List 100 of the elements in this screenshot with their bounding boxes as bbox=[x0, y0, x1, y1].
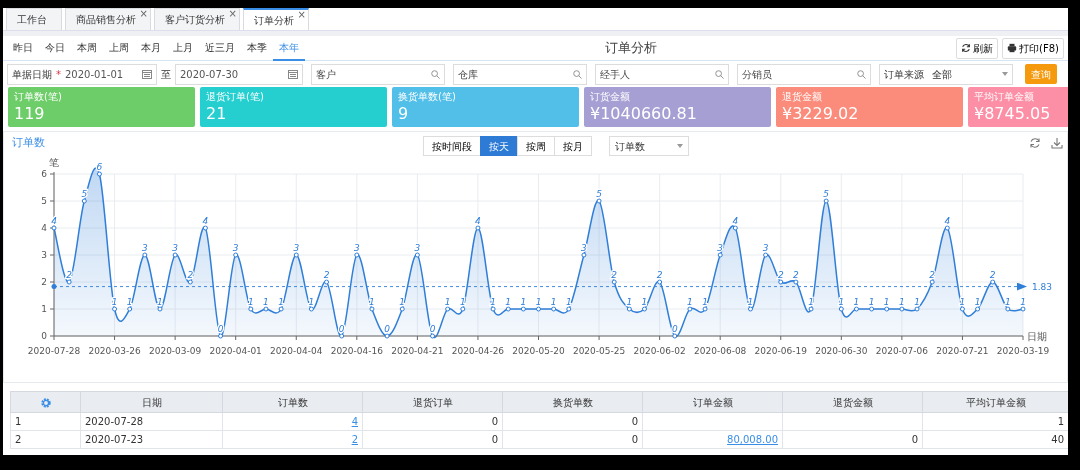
data-label: 1 bbox=[399, 297, 406, 307]
data-label: 1 bbox=[459, 297, 466, 307]
stat-label: 平均订单金额 bbox=[974, 90, 1034, 104]
x-tick-label: 2020-07-28 bbox=[27, 346, 81, 356]
data-label: 0 bbox=[217, 324, 224, 334]
data-label: 3 bbox=[232, 243, 239, 253]
row-number: 2 bbox=[10, 430, 81, 449]
stat-value: ¥3229.02 bbox=[782, 104, 859, 124]
data-label: 1 bbox=[747, 297, 754, 307]
data-label: 1 bbox=[899, 297, 905, 307]
data-label: 2 bbox=[989, 270, 996, 280]
data-label: 3 bbox=[172, 243, 178, 253]
data-label: 1 bbox=[126, 297, 133, 307]
required-mark: * bbox=[56, 67, 61, 82]
data-label: 1 bbox=[641, 297, 648, 307]
column-header: 换货单数 bbox=[502, 391, 643, 413]
x-tick-label: 2020-07-06 bbox=[875, 346, 929, 356]
data-label: 1 bbox=[490, 297, 496, 307]
x-tick-label: 2020-06-30 bbox=[815, 346, 868, 356]
data-label: 2 bbox=[323, 270, 330, 280]
x-axis-title: 日期 bbox=[1027, 331, 1047, 342]
data-label: 2 bbox=[187, 270, 194, 280]
x-tick-label: 2020-04-01 bbox=[209, 346, 262, 356]
y-tick-label: 4 bbox=[41, 223, 47, 233]
range-separator: 至 bbox=[161, 67, 171, 82]
data-label: 3 bbox=[353, 243, 360, 253]
table-cell: 0 bbox=[911, 434, 918, 445]
row-number: 1 bbox=[10, 412, 81, 431]
x-tick-label: 2020-06-19 bbox=[754, 346, 807, 356]
data-label: 2 bbox=[793, 270, 799, 280]
data-label: 1 bbox=[520, 297, 527, 307]
data-label: 3 bbox=[293, 243, 300, 253]
data-label: 1 bbox=[1020, 297, 1026, 307]
stat-label: 订货金额 bbox=[590, 90, 630, 104]
table-cell: 2020-07-23 bbox=[85, 434, 144, 445]
stat-label: 订单数(笔) bbox=[14, 90, 62, 104]
data-label: 1 bbox=[914, 297, 920, 307]
data-label: 1 bbox=[959, 297, 966, 307]
stat-value: ¥1040660.81 bbox=[590, 104, 697, 124]
stat-value: ¥8745.05 bbox=[974, 104, 1051, 124]
data-label: 1 bbox=[505, 297, 512, 307]
table-cell: 0 bbox=[631, 416, 638, 427]
data-label: 3 bbox=[762, 243, 769, 253]
data-label: 4 bbox=[475, 216, 481, 226]
data-label: 1 bbox=[369, 297, 375, 307]
y-tick-label: 1 bbox=[41, 304, 47, 314]
x-tick-label: 2020-03-19 bbox=[996, 346, 1050, 356]
data-label: 6 bbox=[96, 162, 103, 172]
data-label: 1 bbox=[687, 297, 693, 307]
stat-label: 换货单数(笔) bbox=[398, 90, 456, 104]
x-tick-label: 2020-06-08 bbox=[694, 346, 747, 356]
table-cell: 0 bbox=[491, 416, 498, 427]
chart-title: 订单数 bbox=[12, 134, 45, 151]
data-label: 1 bbox=[808, 297, 814, 307]
data-label: 5 bbox=[823, 189, 830, 199]
table-cell: 1 bbox=[1057, 416, 1064, 427]
x-tick-label: 2020-07-21 bbox=[936, 346, 989, 356]
data-label: 0 bbox=[429, 324, 436, 334]
data-label: 0 bbox=[338, 324, 345, 334]
data-label: 1 bbox=[702, 297, 708, 307]
stat-value: 21 bbox=[206, 104, 227, 124]
data-label: 1 bbox=[838, 297, 845, 307]
column-header: 订单数 bbox=[222, 391, 363, 413]
x-tick-label: 2020-04-21 bbox=[391, 346, 444, 356]
data-label: 1 bbox=[853, 297, 860, 307]
page-title: 订单分析 bbox=[604, 40, 657, 56]
y-tick-label: 2 bbox=[41, 277, 47, 287]
mean-value-label: 1.83 bbox=[1032, 281, 1053, 292]
data-label: 0 bbox=[671, 324, 678, 334]
data-label: 1 bbox=[974, 297, 981, 307]
column-header: 退货订单 bbox=[362, 391, 503, 413]
stat-label: 退货金额 bbox=[782, 90, 822, 104]
data-label: 4 bbox=[51, 216, 57, 226]
x-tick-label: 2020-03-09 bbox=[148, 346, 202, 356]
x-tick-label: 2020-05-20 bbox=[512, 346, 565, 356]
column-header: 退货金额 bbox=[782, 391, 923, 413]
x-tick-label: 2020-06-02 bbox=[633, 346, 686, 356]
column-header: 订单金额 bbox=[642, 391, 783, 413]
data-label: 2 bbox=[656, 270, 663, 280]
data-label: 0 bbox=[384, 324, 390, 334]
data-label: 1 bbox=[1005, 297, 1011, 307]
data-label: 3 bbox=[414, 243, 421, 253]
y-tick-label: 5 bbox=[41, 196, 47, 206]
data-label: 4 bbox=[732, 216, 739, 226]
data-label: 1 bbox=[157, 297, 163, 307]
y-tick-label: 3 bbox=[41, 250, 47, 260]
table-cell: 2020-07-28 bbox=[85, 416, 144, 427]
x-tick-label: 2020-04-04 bbox=[270, 346, 323, 356]
data-label: 4 bbox=[944, 216, 951, 226]
data-label: 1 bbox=[263, 297, 269, 307]
stat-label: 退货订单(笔) bbox=[206, 90, 264, 104]
data-label: 3 bbox=[142, 243, 148, 253]
table-cell: 40 bbox=[1051, 434, 1064, 445]
data-label: 1 bbox=[626, 297, 633, 307]
data-label: 1 bbox=[308, 297, 315, 307]
column-header: 平均订单金额 bbox=[922, 391, 1068, 413]
data-label: 1 bbox=[444, 297, 451, 307]
column-header: 日期 bbox=[80, 391, 223, 413]
data-label: 1 bbox=[868, 297, 875, 307]
y-tick-label: 6 bbox=[41, 169, 47, 179]
